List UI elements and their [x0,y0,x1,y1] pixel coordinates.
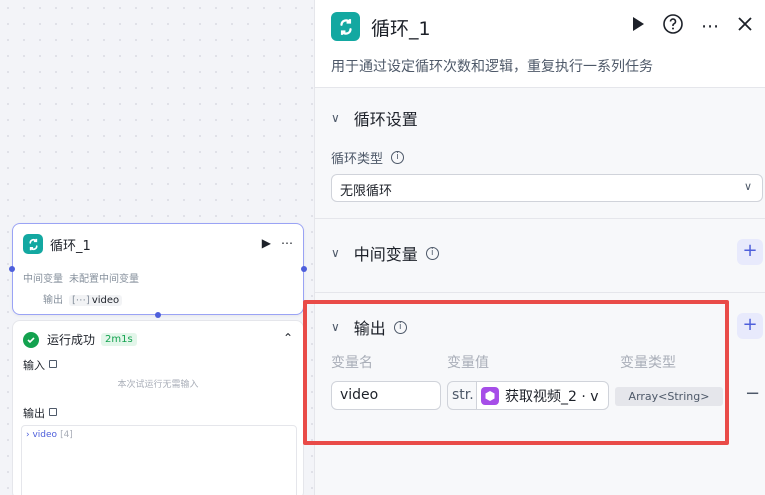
remove-output-button[interactable]: − [745,383,760,404]
result-status: 运行成功 [47,333,96,347]
output-handle[interactable] [301,266,307,272]
node-header: 循环_1 [23,234,91,254]
result-input-label: 输入 [23,357,57,373]
chevron-down-icon: ∨ [743,180,752,193]
loop-node-card[interactable]: 循环_1 ▶ ⋯ 中间变量 未配置中间变量 输出 [⋯] video [9,223,307,318]
intermediate-value: 未配置中间变量 [69,274,139,285]
panel-description: 用于通过设定循环次数和逻辑，重复执行一系列任务 [331,59,653,75]
input-handle[interactable] [9,266,15,272]
loop-type-select[interactable]: 无限循环 ∨ [331,174,763,202]
run-icon[interactable]: ▶ [262,236,271,250]
copy-icon[interactable] [49,360,57,368]
section-intermediate[interactable]: ∨ 中间变量 i [331,241,439,265]
loop-type-value: 无限循环 [340,184,393,199]
loop-icon [23,234,43,254]
output-tree-item[interactable]: › video [4] [26,430,73,440]
section-heading: 中间变量 [353,245,418,264]
collapse-chevron-icon[interactable]: ⌃ [283,331,293,345]
close-icon[interactable] [737,16,753,36]
intermediate-label: 中间变量 [23,274,63,285]
output-tag: [⋯] video [69,295,123,306]
duration-badge: 2m1s [101,333,137,346]
run-result-panel: 运行成功 2m1s ⌃ 输入 本次试运行无需输入 输出 › video [4] [12,320,304,495]
result-output-label: 输出 [23,405,57,421]
intermediate-row: 中间变量 未配置中间变量 [23,270,139,285]
info-icon[interactable]: i [391,151,405,164]
copy-icon[interactable] [49,408,57,416]
loop-type-label-text: 循环类型 [331,152,384,167]
output-item-key: video [32,430,58,440]
panel-title: 循环_1 [371,18,431,40]
section-loop-settings[interactable]: ∨ 循环设置 [331,106,418,130]
chevron-down-icon: ∨ [331,111,340,125]
result-header: 运行成功 2m1s [23,331,137,348]
run-icon[interactable] [631,16,645,36]
panel-actions: ⋯ [631,14,753,38]
output-item-count: [4] [60,430,73,440]
input-note: 本次试运行无需输入 [117,380,199,390]
info-icon[interactable]: i [425,246,439,260]
section-heading: 循环设置 [353,110,418,129]
output-row: 输出 [⋯] video [43,291,123,306]
bottom-handle[interactable] [155,312,161,318]
add-output-button[interactable]: + [737,313,763,339]
help-icon[interactable] [663,14,683,38]
add-intermediate-button[interactable]: + [737,239,763,265]
input-label-text: 输入 [23,359,45,372]
more-icon[interactable]: ⋯ [701,16,719,37]
panel-header: 循环_1 ⋯ 用于通过设定循环次数和逻辑，重复执行一系列任务 [315,0,765,88]
chevron-down-icon: ∨ [331,246,340,260]
loop-icon [331,12,360,41]
divider [315,292,765,293]
more-icon[interactable]: ⋯ [281,236,293,250]
variable-icon: [⋯] [72,295,90,306]
output-label-text: 输出 [23,407,45,420]
loop-type-label: 循环类型 i [331,148,405,167]
output-label: 输出 [43,295,63,306]
output-tag-label: video [91,295,120,306]
node-actions: ▶ ⋯ [262,236,293,250]
success-check-icon [23,331,39,348]
divider [315,218,765,219]
node-title: 循环_1 [50,238,91,254]
output-json-box: › video [4] [21,425,297,495]
highlight-box [303,300,729,445]
